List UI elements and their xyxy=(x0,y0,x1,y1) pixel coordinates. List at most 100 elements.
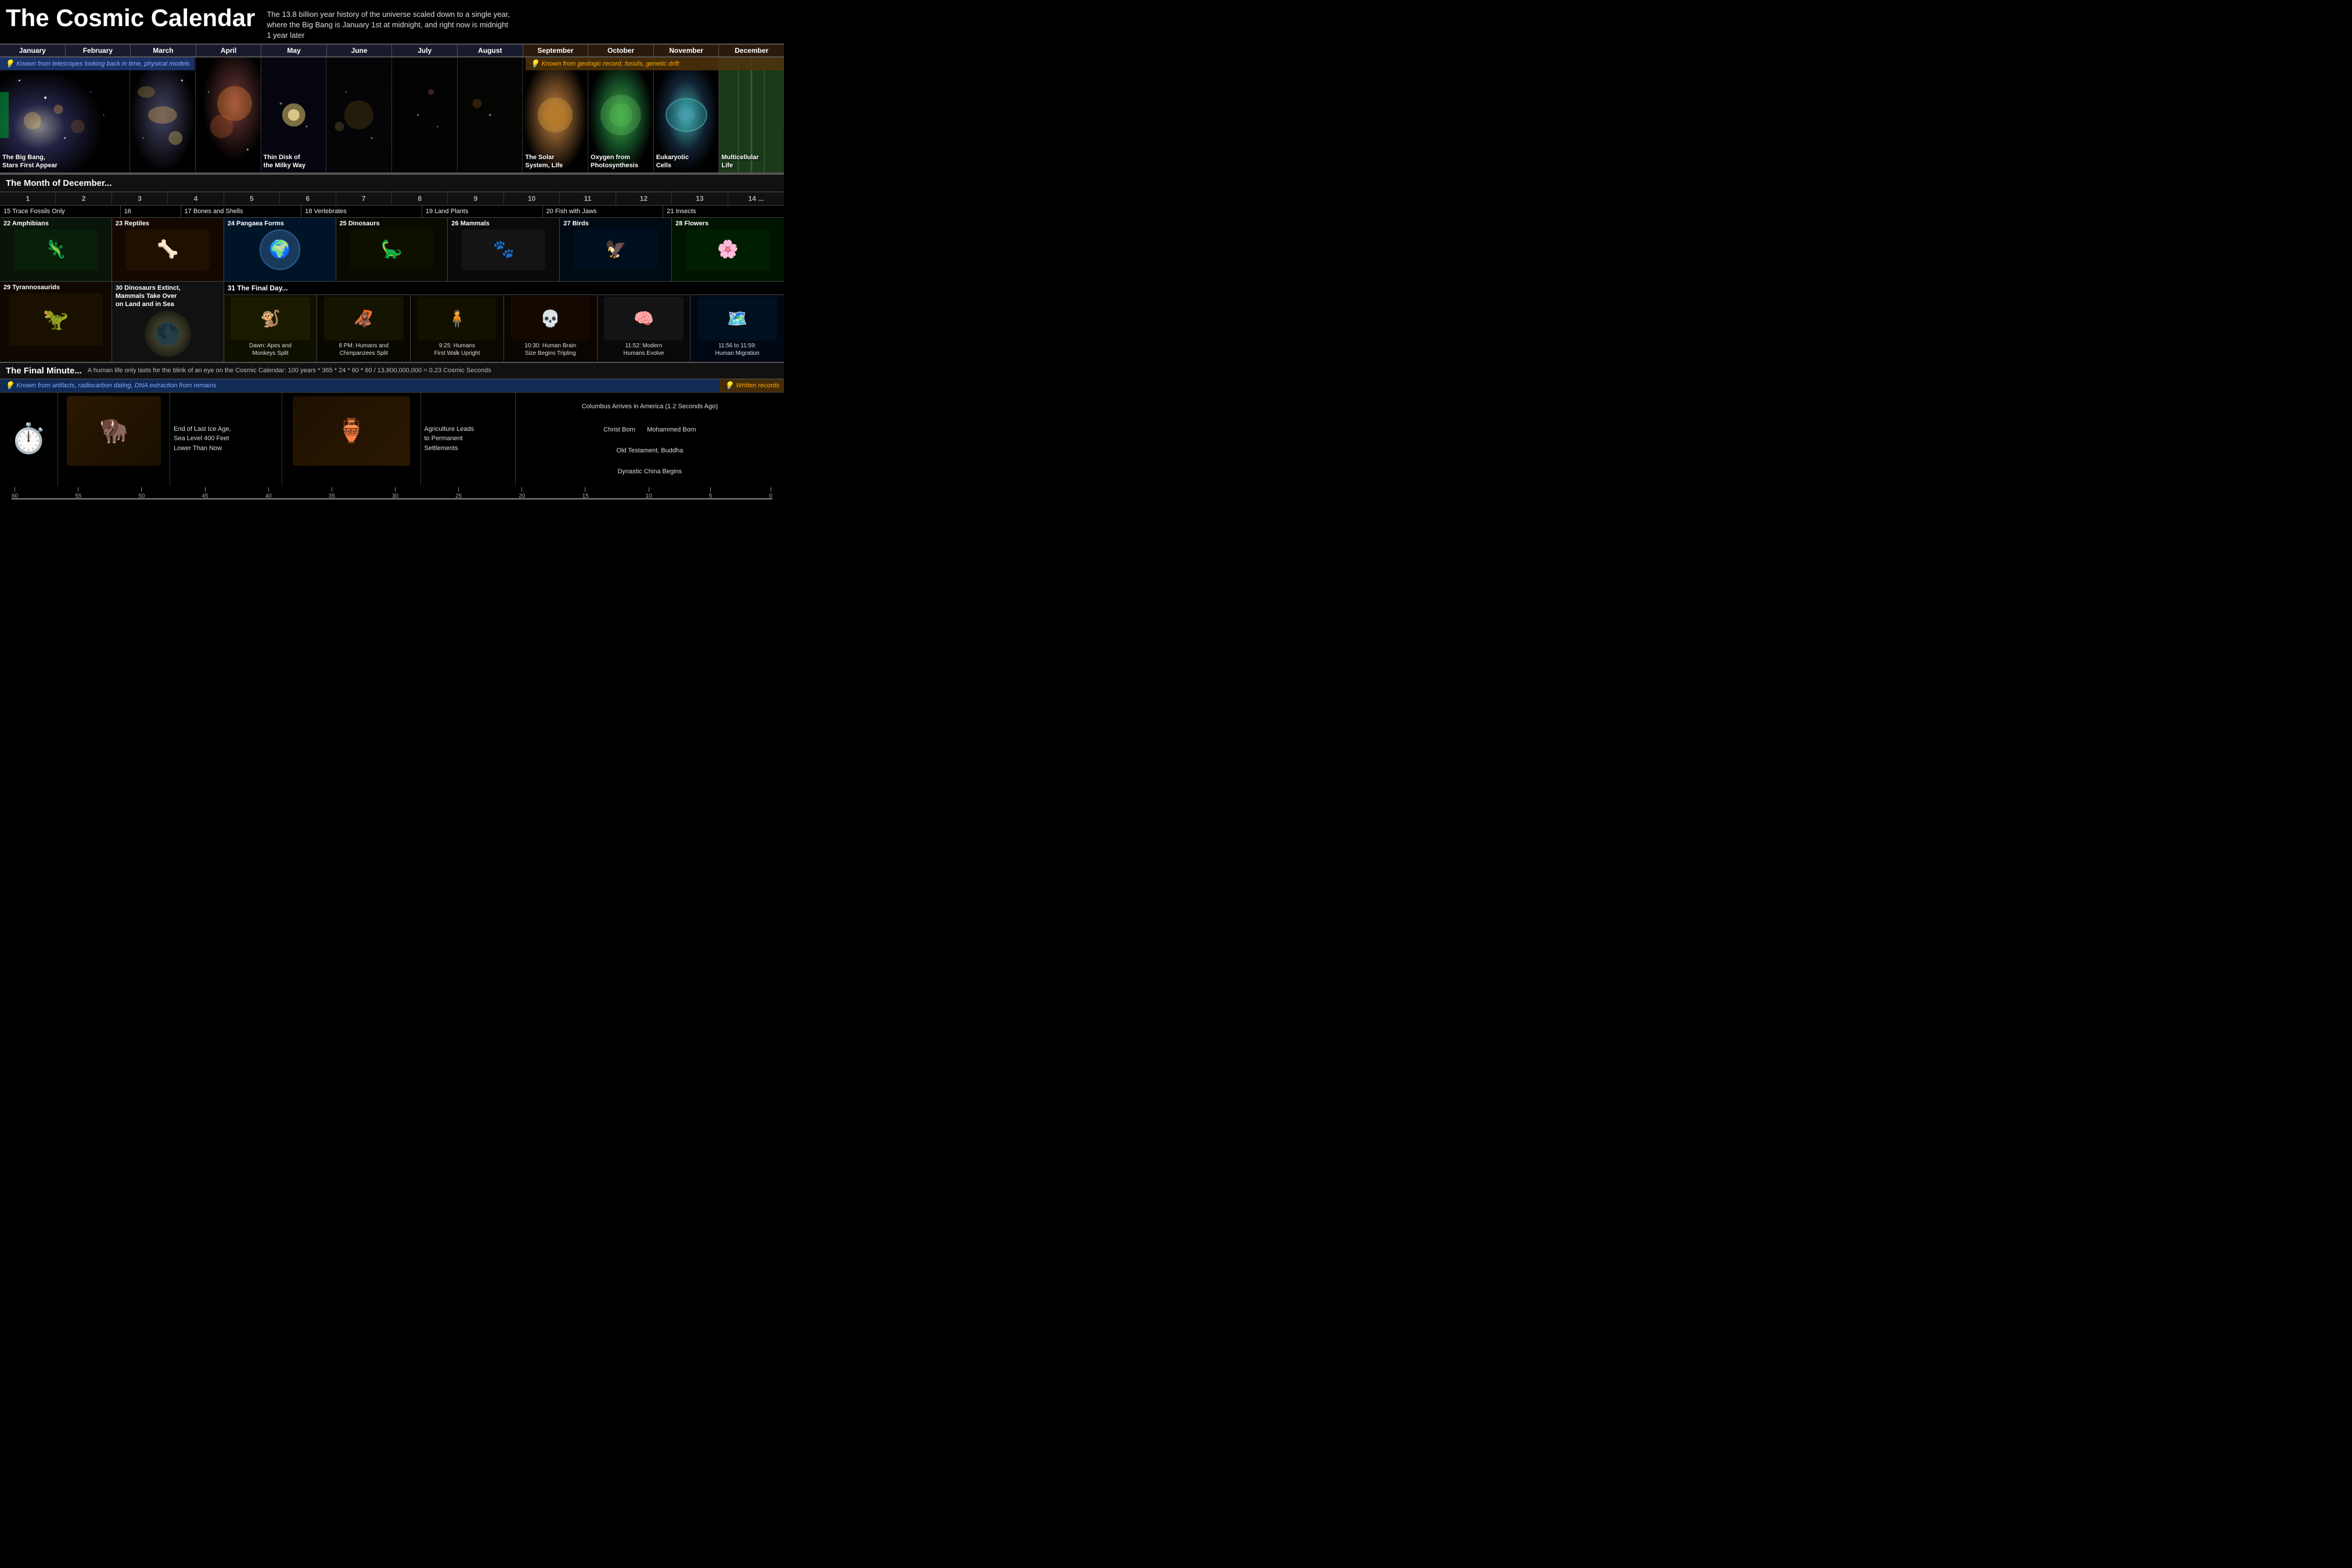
cave-col: 🦬 xyxy=(58,393,170,485)
land-plants-cell: 19 Land Plants xyxy=(422,206,543,217)
month-may: May xyxy=(261,45,327,56)
month-bar: January February March April May June Ju… xyxy=(0,44,784,57)
mammals-cell: 26 Mammals 🐾 xyxy=(448,218,560,281)
month-jul: July xyxy=(392,45,458,56)
tick-5: 5 xyxy=(709,487,713,499)
written-banner-text: Written records xyxy=(736,382,779,389)
final-banners: 💡 Known from artifacts, radiocarbon dati… xyxy=(0,379,784,393)
chimps-label: 8 PM: Humans andChimpanzees Split xyxy=(319,342,408,357)
migration-icon: 🗺️ xyxy=(697,297,777,340)
chimp-icon: 🦧 xyxy=(324,297,404,340)
pangaea-label: 24 Pangaea Forms xyxy=(228,220,332,227)
upright-cell: 🧍 9:25: HumansFirst Walk Upright xyxy=(411,295,504,361)
month-jun: June xyxy=(327,45,393,56)
day-4: 4 xyxy=(168,192,224,205)
mohammed-event: Mohammed Born xyxy=(647,426,696,433)
space1-block: Thin Disk ofthe Milky Way xyxy=(261,57,327,172)
day-7: 7 xyxy=(336,192,392,205)
bulb-icon-left: 💡 xyxy=(5,59,14,69)
birds-cell: 27 Birds 🦅 xyxy=(560,218,672,281)
bigbang-block: The Big Bang,Stars First Appear xyxy=(0,57,130,172)
tick-45: 45 xyxy=(202,487,208,499)
artifacts-banner: 💡 Known from artifacts, radiocarbon dati… xyxy=(0,379,720,392)
apes-label: Dawn: Apes andMonkeys Split xyxy=(226,342,315,357)
birth-events: Christ Born Mohammed Born xyxy=(519,426,781,433)
iceage-text: End of Last Ice Age,Sea Level 400 FeetLo… xyxy=(174,425,278,454)
written-banner: 💡 Written records xyxy=(720,379,784,392)
oxygen-label: Oxygen fromPhotosynthesis xyxy=(591,153,638,170)
bulb-icon-right: 💡 xyxy=(530,59,540,69)
final-minute-desc: A human life only lasts for the blink of… xyxy=(88,367,491,374)
timeline-ruler-section: 60 55 50 45 40 35 xyxy=(0,485,784,506)
day-9: 9 xyxy=(448,192,504,205)
tick-35: 35 xyxy=(329,487,335,499)
space3-block xyxy=(392,57,458,172)
bigbang-label: The Big Bang,Stars First Appear xyxy=(2,153,57,170)
day-13: 13 xyxy=(672,192,728,205)
month-aug: August xyxy=(458,45,523,56)
mammals-label: 26 Mammals xyxy=(451,220,556,227)
final-minute-title: The Final Minute... xyxy=(6,366,82,376)
multicellular-label: MulticellularLife xyxy=(721,153,758,170)
page-header: The Cosmic Calendar The 13.8 billion yea… xyxy=(0,0,784,44)
tick-10: 10 xyxy=(646,487,652,499)
tick-20: 20 xyxy=(519,487,525,499)
day-6: 6 xyxy=(280,192,336,205)
chimps-cell: 🦧 8 PM: Humans andChimpanzees Split xyxy=(317,295,411,361)
eukaryotic-label: EukaryoticCells xyxy=(656,153,689,170)
migration-label: 11:56 to 11:59:Human Migration xyxy=(693,342,782,357)
insects-cell: 21 Insects xyxy=(663,206,784,217)
christ-event: Christ Born xyxy=(603,426,635,433)
brain-icon: 💀 xyxy=(510,297,590,340)
bulb-icon-written: 💡 xyxy=(724,381,733,390)
brain-label: 10:30: Human BrainSize Begins Tripling xyxy=(506,342,595,357)
amphibians-label: 22 Amphibians xyxy=(3,220,108,227)
bulb-icon-artifacts: 💡 xyxy=(5,381,14,390)
month-sep: September xyxy=(523,45,589,56)
tick-50: 50 xyxy=(138,487,145,499)
space2-block xyxy=(326,57,392,172)
header-description: The 13.8 billion year history of the uni… xyxy=(267,5,510,41)
trace-fossils-cell: 15 Trace Fossils Only xyxy=(0,206,121,217)
month-feb: February xyxy=(66,45,131,56)
pangaea-icon: 🌍 xyxy=(260,229,300,270)
month-mar: March xyxy=(131,45,196,56)
amphibians-cell: 22 Amphibians 🦎 xyxy=(0,218,112,281)
day-3: 3 xyxy=(112,192,168,205)
tick-30: 30 xyxy=(392,487,398,499)
space4-block xyxy=(458,57,523,172)
buddha-event: Old Testament, Buddha xyxy=(519,447,781,454)
mammal-icon: 🐾 xyxy=(462,229,545,270)
dino-extinct-cell: 30 Dinosaurs Extinct,Mammals Take Overon… xyxy=(112,282,224,362)
geologic-banner-text: Known from geologic record, fossils, gen… xyxy=(542,60,679,67)
migration-cell: 🗺️ 11:56 to 11:59:Human Migration xyxy=(691,295,784,361)
nebula-block xyxy=(196,57,261,172)
day-2: 2 xyxy=(56,192,112,205)
day16-cell: 16 xyxy=(121,206,181,217)
modern-cell: 🧠 11:52: ModernHumans Evolve xyxy=(598,295,691,361)
artifacts-banner-text: Known from artifacts, radiocarbon dating… xyxy=(16,382,216,389)
agriculture-text: Agriculture Leadsto PermanentSettlements xyxy=(425,425,512,454)
month-nov: November xyxy=(654,45,720,56)
tick-55: 55 xyxy=(75,487,81,499)
dino-extinct-label: 30 Dinosaurs Extinct,Mammals Take Overon… xyxy=(116,284,220,309)
telescope-banner-text: Known from telescopes looking back in ti… xyxy=(16,60,189,67)
final-content-row: ⏱️ 🦬 End of Last Ice Age,Sea Level 400 F… xyxy=(0,393,784,485)
oxygen-block: Oxygen fromPhotosynthesis xyxy=(588,57,654,172)
solar-block: The SolarSystem, Life xyxy=(523,57,588,172)
december-header-text: The Month of December... xyxy=(6,178,112,188)
columbus-event: Columbus Arrives in America (1.2 Seconds… xyxy=(519,403,781,410)
events-row-fossils: 15 Trace Fossils Only 16 17 Bones and Sh… xyxy=(0,206,784,218)
galaxies-block xyxy=(130,57,196,172)
modern-label: 11:52: ModernHumans Evolve xyxy=(600,342,688,357)
trex-icon: 🦖 xyxy=(9,293,103,346)
flowers-cell: 28 Flowers 🌸 xyxy=(672,218,784,281)
timeline-events-col: Columbus Arrives in America (1.2 Seconds… xyxy=(516,393,784,485)
agriculture-col: Agriculture Leadsto PermanentSettlements xyxy=(421,393,516,485)
day-11: 11 xyxy=(560,192,616,205)
eukaryotic-block: EukaryoticCells xyxy=(654,57,720,172)
trex-cell: 29 Tyrannosaurids 🦖 xyxy=(0,282,112,362)
month-apr: April xyxy=(196,45,262,56)
final-day-cell: 31 The Final Day... 🐒 Dawn: Apes andMonk… xyxy=(224,282,784,362)
reptiles-cell: 23 Reptiles 🦴 xyxy=(112,218,224,281)
